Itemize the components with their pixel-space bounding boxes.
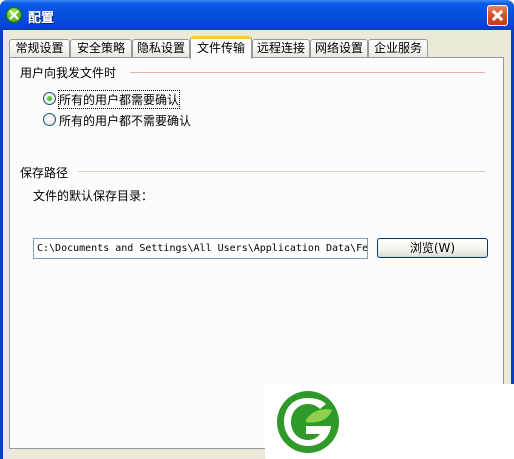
incoming-group-label: 用户向我发文件时 bbox=[20, 66, 117, 80]
green-leaf-logo-icon bbox=[277, 391, 339, 453]
tab-security[interactable]: 安全策略 bbox=[70, 39, 132, 58]
brand-badge bbox=[265, 384, 514, 459]
window-title: 配置 bbox=[28, 11, 55, 26]
save-path-group-divider bbox=[78, 171, 485, 172]
save-path-group-label: 保存路径 bbox=[20, 166, 69, 180]
app-icon bbox=[6, 7, 22, 23]
tab-file-transfer[interactable]: 文件传输 bbox=[190, 36, 252, 59]
tab-enterprise[interactable]: 企业服务 bbox=[368, 39, 428, 58]
incoming-group-divider bbox=[130, 72, 485, 73]
tab-strip: 常规设置 安全策略 隐私设置 文件传输 远程连接 网络设置 企业服务 bbox=[9, 36, 504, 59]
radio-require-confirm[interactable]: 所有的用户都需要确认 bbox=[43, 90, 213, 109]
tab-general[interactable]: 常规设置 bbox=[9, 39, 70, 58]
radio-checked-icon[interactable] bbox=[43, 92, 56, 105]
close-button[interactable] bbox=[487, 5, 508, 26]
tab-remote-connection[interactable]: 远程连接 bbox=[252, 39, 310, 58]
save-path-input[interactable]: C:\Documents and Settings\All Users\Appl… bbox=[33, 238, 368, 259]
tab-network[interactable]: 网络设置 bbox=[310, 39, 368, 58]
radio-require-confirm-label[interactable]: 所有的用户都需要确认 bbox=[57, 90, 181, 109]
radio-unchecked-icon[interactable] bbox=[43, 113, 56, 126]
default-save-dir-label: 文件的默认保存目录： bbox=[33, 189, 154, 203]
browse-button[interactable]: 浏览(W) bbox=[377, 238, 488, 258]
radio-no-confirm[interactable]: 所有的用户都不需要确认 bbox=[43, 112, 213, 128]
tab-privacy[interactable]: 隐私设置 bbox=[132, 39, 190, 58]
title-bar[interactable]: 配置 bbox=[0, 0, 514, 30]
radio-no-confirm-label[interactable]: 所有的用户都不需要确认 bbox=[59, 112, 191, 129]
